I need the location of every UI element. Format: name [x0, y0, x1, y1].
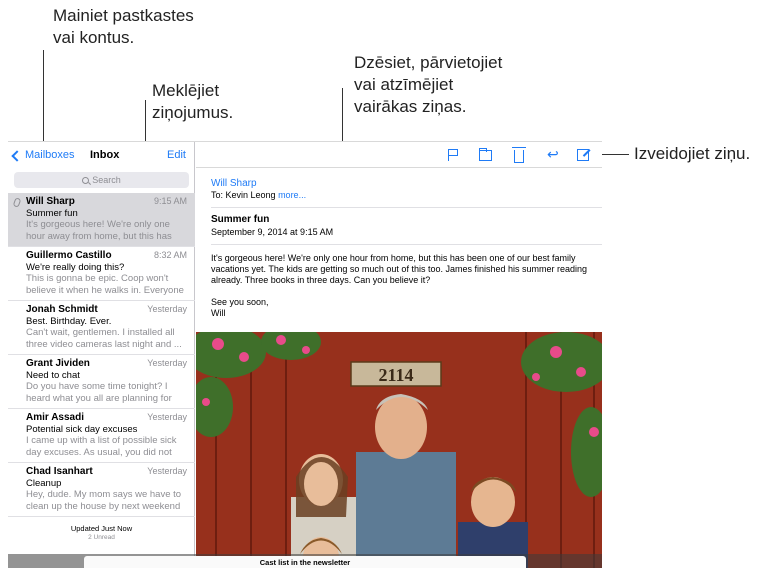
message-signature: Will [211, 308, 226, 318]
mailboxes-back-button[interactable]: Mailboxes [11, 149, 75, 162]
house-number-text: 2114 [378, 365, 413, 385]
message-to: To: Kevin Leong [211, 190, 276, 200]
draft-sheet[interactable]: Cast list in the newsletter [84, 556, 526, 568]
message-row-will-sharp[interactable]: Will Sharp 9:15 AM Summer fun It's gorge… [8, 193, 195, 247]
message-time: 8:32 AM [153, 250, 187, 260]
search-placeholder: Search [92, 175, 121, 185]
message-subject: Summer fun [26, 207, 78, 219]
callout-compose: Izveidojiet ziņu. [634, 144, 751, 163]
message-body: It's gorgeous here! We're only one hour … [211, 253, 591, 319]
message-row-chad-isanhart[interactable]: Chad Isanhart Yesterday Cleanup Hey, dud… [8, 463, 195, 517]
callout-search-line2: ziņojumus. [152, 103, 234, 122]
more-recipients-link[interactable]: more... [278, 190, 306, 200]
folder-icon[interactable] [479, 148, 492, 161]
photo-attachment[interactable]: 2114 [196, 332, 602, 568]
callout-actions-line3: vairākas ziņas. [354, 97, 467, 116]
message-preview: It's gorgeous here! We're only one hour … [26, 219, 172, 242]
search-input[interactable]: Search [14, 172, 189, 188]
edit-button[interactable]: Edit [167, 149, 186, 161]
message-subject: Potential sick day excuses [26, 423, 138, 435]
chevron-left-icon [11, 149, 23, 162]
message-row-amir-assadi[interactable]: Amir Assadi Yesterday Potential sick day… [8, 409, 195, 463]
message-time: Yesterday [147, 304, 187, 314]
body-divider [211, 244, 602, 245]
message-recipients: To: Kevin Leong more... [211, 190, 306, 201]
message-time: Yesterday [147, 466, 187, 476]
message-preview: Can't wait, gentlemen. I installed all t… [26, 327, 182, 350]
callout-actions-line1: Dzēsiet, pārvietojiet [354, 53, 503, 72]
search-icon [82, 177, 90, 184]
message-preview: I came up with a list of possible sick d… [26, 435, 177, 458]
callout-mailboxes: Mainiet pastkastes vai kontus. [53, 5, 194, 49]
message-time: Yesterday [147, 358, 187, 368]
list-navigation-bar: Mailboxes Inbox Edit [8, 142, 195, 168]
message-toolbar: ↩ [196, 142, 602, 168]
header-divider [211, 207, 602, 208]
message-preview: This is gonna be epic. Coop won't believ… [26, 273, 184, 296]
message-body-text: It's gorgeous here! We're only one hour … [211, 253, 588, 285]
message-list-pane: Mailboxes Inbox Edit Search Will Sharp 9… [8, 142, 195, 568]
callout-actions: Dzēsiet, pārvietojiet vai atzīmējiet vai… [354, 52, 502, 118]
trash-icon[interactable] [512, 147, 526, 163]
callout-compose-pointer [598, 154, 629, 155]
message-preview: Do you have some time tonight? I heard w… [26, 381, 172, 404]
message-subject-heading: Summer fun [211, 214, 270, 225]
message-preview: Hey, dude. My mom says we have to clean … [26, 489, 182, 512]
message-date: September 9, 2014 at 9:15 AM [211, 227, 334, 237]
message-signoff: See you soon, [211, 297, 269, 307]
message-subject: Need to chat [26, 369, 80, 381]
mail-app: Mailboxes Inbox Edit Search Will Sharp 9… [8, 141, 602, 568]
message-row-grant-jividen[interactable]: Grant Jividen Yesterday Need to chat Do … [8, 355, 195, 409]
message-from[interactable]: Will Sharp [211, 178, 257, 189]
callout-search: Meklējiet ziņojumus. [152, 80, 233, 124]
message-time: Yesterday [147, 412, 187, 422]
inbox-title: Inbox [90, 149, 120, 161]
callout-actions-line2: vai atzīmējiet [354, 75, 454, 94]
family-photo-image: 2114 [196, 332, 602, 568]
message-list: Will Sharp 9:15 AM Summer fun It's gorge… [8, 193, 195, 517]
message-row-jonah-schmidt[interactable]: Jonah Schmidt Yesterday Best. Birthday. … [8, 301, 195, 355]
compose-icon[interactable] [577, 149, 589, 161]
message-subject: We're really doing this? [26, 261, 125, 273]
callout-search-line1: Meklējiet [152, 81, 220, 100]
callout-mailboxes-pointer [43, 50, 44, 142]
message-time: 9:15 AM [153, 196, 187, 206]
message-row-guillermo-castillo[interactable]: Guillermo Castillo 8:32 AM We're really … [8, 247, 195, 301]
flag-icon[interactable] [446, 148, 460, 162]
unread-count: 2 Unread [88, 534, 115, 541]
mailboxes-back-label: Mailboxes [25, 149, 75, 161]
callout-mailboxes-line2: vai kontus. [53, 28, 135, 47]
reply-icon[interactable]: ↩ [547, 147, 561, 161]
callout-mailboxes-line1: Mainiet pastkastes [53, 6, 194, 25]
message-subject: Best. Birthday. Ever. [26, 315, 112, 327]
message-subject: Cleanup [26, 477, 62, 489]
attachment-icon [12, 197, 22, 208]
update-status: Updated Just Now 2 Unread [8, 524, 195, 542]
updated-label: Updated Just Now [70, 524, 133, 533]
